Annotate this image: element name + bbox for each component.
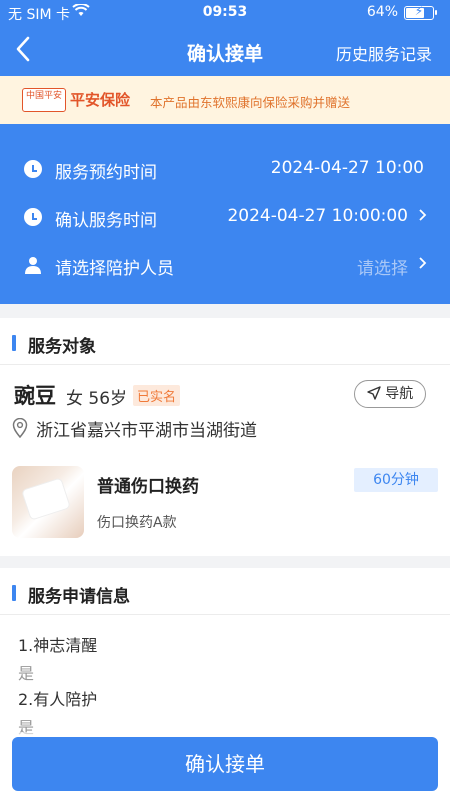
service-item: 普通伤口换药 伤口换药A款 60分钟	[12, 466, 438, 538]
chevron-right-icon	[418, 206, 428, 229]
charging-bolt-icon: ⚡	[414, 4, 424, 18]
appointment-time-label: 服务预约时间	[55, 163, 157, 183]
appointment-time-value: 2024-04-27 10:00	[270, 158, 424, 178]
confirm-time-row[interactable]: 确认服务时间 2024-04-27 10:00:00	[0, 198, 450, 238]
clock-icon	[24, 160, 42, 178]
confirm-accept-button[interactable]: 确认接单	[12, 737, 438, 791]
chevron-right-icon	[418, 254, 428, 277]
location-pin-icon	[12, 417, 28, 439]
answer-item: 是	[18, 664, 35, 683]
service-time-panel: 服务预约时间 2024-04-27 10:00 确认服务时间 2024-04-2…	[0, 124, 450, 304]
question-item: 1.神志清醒	[18, 636, 98, 655]
history-records-link[interactable]: 历史服务记录	[336, 41, 432, 65]
escort-placeholder: 请选择	[357, 259, 408, 279]
escort-label: 请选择陪护人员	[55, 259, 174, 279]
service-name: 普通伤口换药	[97, 477, 199, 497]
battery-percent: 64%	[366, 4, 398, 20]
service-thumbnail	[12, 466, 84, 538]
confirm-time-value: 2024-04-27 10:00:00	[227, 206, 408, 226]
divider	[0, 614, 450, 615]
person-icon	[24, 256, 42, 274]
client-info: 豌豆 女 56岁 已实名 导航 浙江省嘉兴市平湖市当湖街道	[0, 380, 450, 444]
navigate-button[interactable]: 导航	[354, 380, 426, 408]
question-item: 2.有人陪护	[18, 690, 98, 709]
escort-select-row[interactable]: 请选择陪护人员 请选择	[0, 246, 450, 286]
status-bar: 无 SIM 卡 09:53 64% ⚡	[0, 0, 450, 26]
service-subtype: 伤口换药A款	[97, 515, 177, 531]
ping-an-seal: 中国平安	[22, 88, 66, 112]
banner-text: 本产品由东软熙康向保险采购并赠送	[150, 95, 351, 110]
navigation-arrow-icon	[367, 386, 381, 400]
ping-an-logo: 中国平安 平安保险	[22, 88, 140, 112]
appointment-time-row: 服务预约时间 2024-04-27 10:00	[0, 150, 450, 190]
insurance-banner[interactable]: 中国平安 平安保险 本产品由东软熙康向保险采购并赠送	[0, 76, 450, 124]
logo-name: 平安保险	[70, 91, 131, 109]
client-name: 豌豆	[14, 384, 56, 408]
verified-badge: 已实名	[133, 385, 181, 406]
confirm-time-label: 确认服务时间	[55, 211, 157, 231]
section-accent-bar	[12, 585, 16, 601]
service-duration-badge: 60分钟	[354, 468, 438, 492]
section-accent-bar	[12, 335, 16, 351]
nav-bar: 确认接单 历史服务记录	[0, 26, 450, 76]
client-address: 浙江省嘉兴市平湖市当湖街道	[36, 421, 257, 441]
clock-icon	[24, 208, 42, 226]
divider	[0, 364, 450, 365]
client-gender-age: 女 56岁	[66, 389, 128, 409]
battery-icon: ⚡	[404, 4, 437, 20]
